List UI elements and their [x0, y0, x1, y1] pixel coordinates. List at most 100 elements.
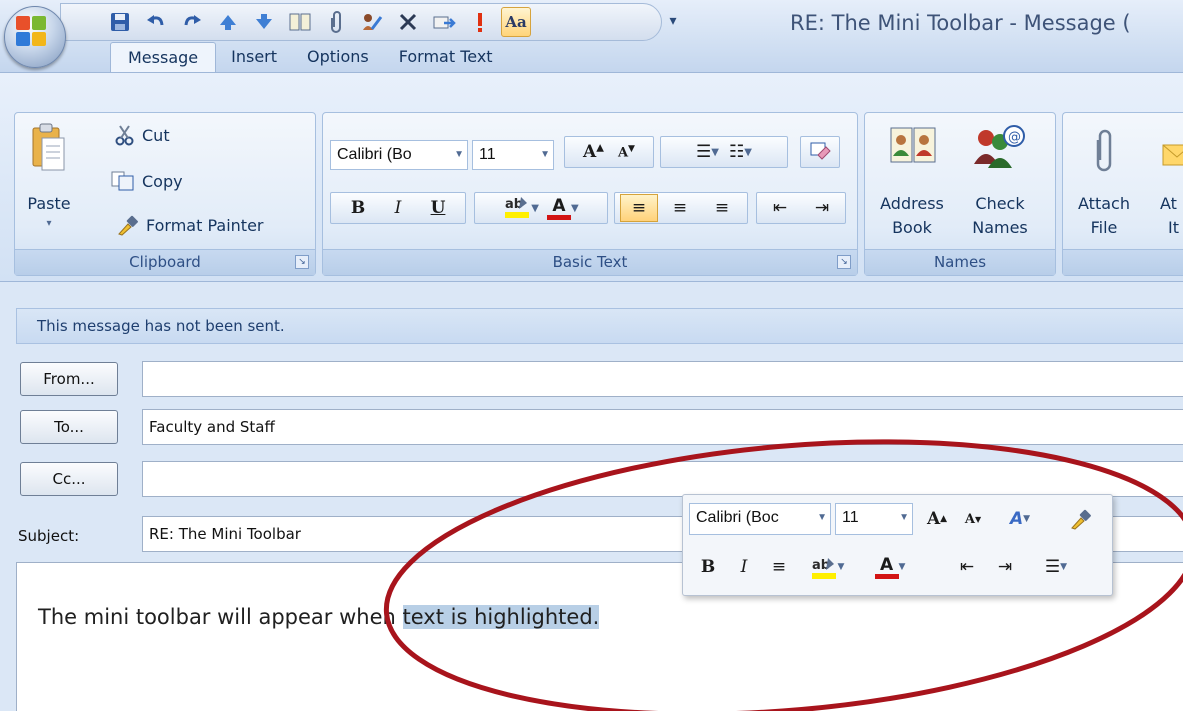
increase-indent-icon[interactable]: ⇥	[801, 198, 843, 218]
underline-button[interactable]: U	[418, 198, 458, 218]
paperclip-large-icon	[1096, 129, 1112, 172]
format-painter-button[interactable]: Format Painter	[116, 214, 263, 236]
grow-font-button[interactable]: A▲	[583, 142, 604, 162]
cc-field[interactable]	[142, 461, 1183, 497]
tab-format-text[interactable]: Format Text	[384, 42, 508, 72]
paste-dropdown-icon[interactable]: ▾	[20, 218, 78, 229]
paintbrush-icon	[118, 215, 138, 236]
mini-font-color-button[interactable]: A ▼	[863, 552, 917, 582]
address-book-button[interactable]: Address Book	[870, 120, 954, 246]
paperclip-icon[interactable]	[321, 7, 351, 37]
mini-decrease-indent-icon[interactable]: ⇤	[949, 552, 985, 582]
bold-button[interactable]: B	[338, 198, 378, 218]
mini-increase-indent-icon[interactable]: ⇥	[987, 552, 1023, 582]
mini-font-name-dropdown-icon[interactable]: ▼	[817, 504, 827, 532]
mini-styles-dropdown-icon[interactable]: ▼	[1023, 514, 1030, 524]
from-field[interactable]	[142, 361, 1183, 397]
attach-file-label-1: Attach	[1078, 194, 1130, 213]
mini-bold-button[interactable]: B	[691, 552, 725, 582]
font-name-dropdown-icon[interactable]: ▼	[454, 141, 464, 169]
importance-icon[interactable]	[465, 7, 495, 37]
numbering-dropdown-icon[interactable]: ▼	[744, 147, 752, 158]
mini-font-color-glyph: A	[879, 554, 894, 575]
body-text[interactable]: The mini toolbar will appear when text i…	[38, 605, 600, 629]
mini-grow-font-glyph: A	[926, 509, 941, 529]
attach-item-button[interactable]: At It	[1146, 120, 1183, 246]
cc-button[interactable]: Cc...	[20, 462, 118, 496]
to-button[interactable]: To...	[20, 410, 118, 444]
undo-icon[interactable]	[141, 7, 171, 37]
font-size-group: A▲ A▼	[564, 136, 654, 168]
forward-icon[interactable]	[429, 7, 459, 37]
cut-button[interactable]: Cut	[114, 124, 170, 146]
previous-item-icon[interactable]	[213, 7, 243, 37]
signature-icon[interactable]	[357, 7, 387, 37]
delete-icon[interactable]	[393, 7, 423, 37]
attach-file-button[interactable]: Attach File	[1068, 120, 1140, 246]
next-item-icon[interactable]	[249, 7, 279, 37]
bullets-dropdown-icon[interactable]: ▼	[711, 147, 719, 158]
font-color-dropdown-icon[interactable]: ▼	[571, 203, 579, 214]
check-names-button[interactable]: @ Check Names	[960, 120, 1040, 246]
copy-button[interactable]: Copy	[110, 170, 183, 192]
clear-formatting-button[interactable]	[800, 136, 840, 168]
mini-font-size-combo[interactable]: 11 ▼	[835, 503, 913, 535]
clipboard-group-label: Clipboard	[15, 249, 315, 275]
mini-styles-button[interactable]: A ▼	[993, 504, 1047, 534]
tab-options[interactable]: Options	[292, 42, 384, 72]
font-color-icon[interactable]: A	[547, 197, 571, 220]
check-names-label-2: Names	[972, 218, 1028, 237]
mini-font-color-icon: A	[874, 554, 899, 579]
save-icon[interactable]	[105, 7, 135, 37]
body-text-plain: The mini toolbar will appear when	[38, 605, 403, 629]
to-field[interactable]: Faculty and Staff	[142, 409, 1183, 445]
mini-format-painter-button[interactable]	[1061, 504, 1101, 534]
scissors-icon	[115, 125, 134, 146]
paste-button[interactable]: Paste ▾	[20, 118, 78, 248]
italic-button[interactable]: I	[378, 198, 418, 218]
mini-grow-font-button[interactable]: A ▲	[919, 504, 955, 534]
mini-toolbar: Calibri (Boc ▼ 11 ▼ A ▲ A ▼ A ▼ B I ≡ ab ▼ …	[682, 494, 1113, 596]
redo-icon[interactable]	[177, 7, 207, 37]
svg-text:@: @	[1008, 130, 1021, 145]
bullets-icon[interactable]: ☰	[696, 142, 711, 162]
mini-paintbrush-icon	[1071, 509, 1091, 530]
mini-bullets-dropdown-icon[interactable]: ▼	[1060, 562, 1067, 572]
envelope-icon	[1162, 144, 1183, 166]
format-painter-label: Format Painter	[146, 215, 264, 235]
mini-highlight-button[interactable]: ab ▼	[799, 552, 855, 582]
paste-icon	[32, 123, 65, 171]
body-text-highlighted[interactable]: text is highlighted.	[402, 605, 600, 629]
check-names-label-1: Check	[975, 194, 1025, 213]
font-name-combo[interactable]: Calibri (Bo ▼	[330, 140, 468, 170]
mini-font-size-dropdown-icon[interactable]: ▼	[899, 504, 909, 532]
office-logo-icon	[16, 16, 46, 46]
center-icon[interactable]: ≡	[658, 198, 702, 218]
font-size-combo[interactable]: 11 ▼	[472, 140, 554, 170]
mini-center-icon[interactable]: ≡	[761, 552, 797, 582]
numbering-icon[interactable]: ☷	[729, 142, 744, 162]
address-book-icon[interactable]	[285, 7, 315, 37]
shrink-font-button[interactable]: A▼	[618, 144, 635, 160]
mini-bullets-button[interactable]: ☰ ▼	[1029, 552, 1083, 582]
from-button[interactable]: From...	[20, 362, 118, 396]
highlight-icon[interactable]: ab	[503, 193, 531, 224]
customize-dropdown-icon[interactable]: ▾	[664, 6, 682, 36]
tab-message[interactable]: Message	[110, 42, 217, 72]
decrease-indent-icon[interactable]: ⇤	[759, 198, 801, 218]
highlight-dropdown-icon[interactable]: ▼	[531, 203, 539, 214]
align-right-icon[interactable]: ≡	[702, 198, 742, 218]
font-size-dropdown-icon[interactable]: ▼	[540, 141, 550, 169]
mini-highlight-dropdown-icon[interactable]: ▼	[838, 562, 845, 572]
mini-italic-button[interactable]: I	[727, 552, 761, 582]
tab-insert[interactable]: Insert	[216, 42, 292, 72]
mini-font-color-dropdown-icon[interactable]: ▼	[899, 562, 906, 572]
window-title: RE: The Mini Toolbar - Message (	[790, 11, 1131, 35]
align-left-icon[interactable]: ≡	[620, 194, 658, 222]
format-text-icon[interactable]: Aa	[501, 7, 531, 37]
basic-text-dialog-launcher-icon[interactable]: ↘	[837, 255, 851, 269]
clipboard-dialog-launcher-icon[interactable]: ↘	[295, 255, 309, 269]
mini-shrink-font-button[interactable]: A ▼	[955, 504, 991, 534]
mini-font-size-value: 11	[842, 509, 859, 526]
mini-font-name-combo[interactable]: Calibri (Boc ▼	[689, 503, 831, 535]
